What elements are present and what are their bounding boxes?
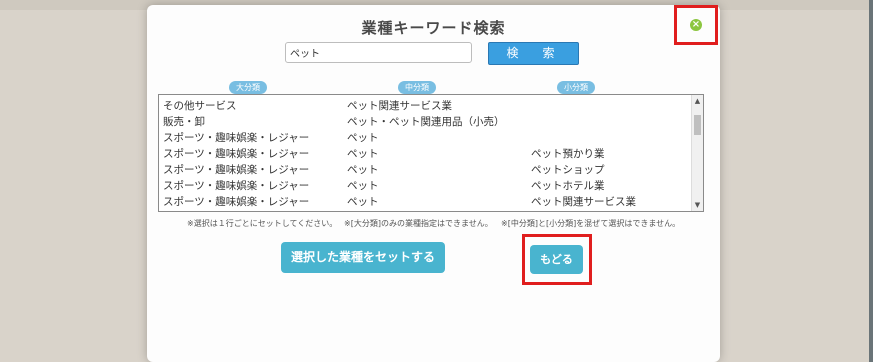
triangle-up-icon[interactable]: ▲: [692, 95, 703, 107]
background-scrollbar: [869, 0, 873, 362]
list-item[interactable]: スポーツ・趣味娯楽・レジャー ペット ペット関連サービス業: [159, 193, 691, 209]
close-icon[interactable]: ×: [690, 19, 702, 31]
list-item[interactable]: スポーツ・趣味娯楽・レジャー ペット: [159, 129, 691, 145]
back-button[interactable]: もどる: [530, 245, 583, 274]
list-item[interactable]: スポーツ・趣味娯楽・レジャー ペット ペット預かり業: [159, 145, 691, 161]
cell-large: スポーツ・趣味娯楽・レジャー: [163, 148, 310, 160]
note-no-mixing: ※[中分類]と[小分類]を混ぜて選択はできません。: [501, 219, 681, 228]
triangle-down-icon[interactable]: ▼: [692, 199, 703, 211]
cell-medium: ペット: [347, 164, 379, 176]
cell-small: ペットホテル業: [531, 180, 605, 192]
cell-large: スポーツ・趣味娯楽・レジャー: [163, 164, 310, 176]
cell-large: スポーツ・趣味娯楽・レジャー: [163, 132, 310, 144]
search-input[interactable]: [285, 42, 472, 63]
cell-large: スポーツ・趣味娯楽・レジャー: [163, 180, 310, 192]
list-item[interactable]: スポーツ・趣味娯楽・レジャー ペット ペットショップ: [159, 161, 691, 177]
cell-medium: ペット: [347, 148, 379, 160]
cell-large: スポーツ・趣味娯楽・レジャー: [163, 196, 310, 208]
column-badge-small: 小分類: [557, 81, 595, 94]
column-badge-large: 大分類: [229, 81, 267, 94]
list-item[interactable]: その他サービス ペット関連サービス業: [159, 97, 691, 113]
cell-small: ペット預かり業: [531, 148, 605, 160]
cell-medium: ペット: [347, 132, 379, 144]
industry-list[interactable]: その他サービス ペット関連サービス業 販売・卸 ペット・ペット関連用品（小売） …: [158, 94, 704, 212]
search-button[interactable]: 検 索: [488, 42, 579, 65]
cell-large: その他サービス: [163, 100, 237, 112]
cell-medium: ペット: [347, 180, 379, 192]
cell-medium: ペット・ペット関連用品（小売）: [347, 116, 505, 128]
cell-small: ペットショップ: [531, 164, 605, 176]
modal-title: 業種キーワード検索: [361, 19, 506, 37]
close-highlight: ×: [674, 5, 718, 45]
cell-small: ペット関連サービス業: [531, 196, 636, 208]
list-item[interactable]: 販売・卸 ペット・ペット関連用品（小売）: [159, 113, 691, 129]
list-scrollbar[interactable]: ▲ ▼: [691, 95, 703, 211]
column-badge-medium: 中分類: [398, 81, 436, 94]
set-industry-button[interactable]: 選択した業種をセットする: [281, 242, 445, 273]
scroll-thumb[interactable]: [694, 115, 701, 135]
note-select-one-row: ※選択は１行ごとにセットしてください。: [187, 219, 338, 228]
cell-medium: ペット: [347, 196, 379, 208]
note-large-only: ※[大分類]のみの業種指定はできません。: [344, 219, 493, 228]
cell-medium: ペット関連サービス業: [347, 100, 452, 112]
cell-large: 販売・卸: [163, 116, 205, 128]
back-highlight: もどる: [522, 234, 592, 285]
keyword-search-modal: 業種キーワード検索 × 検 索 大分類 中分類 小分類 その他サービス ペット関…: [147, 5, 720, 362]
list-item[interactable]: スポーツ・趣味娯楽・レジャー ペット ペットホテル業: [159, 177, 691, 193]
